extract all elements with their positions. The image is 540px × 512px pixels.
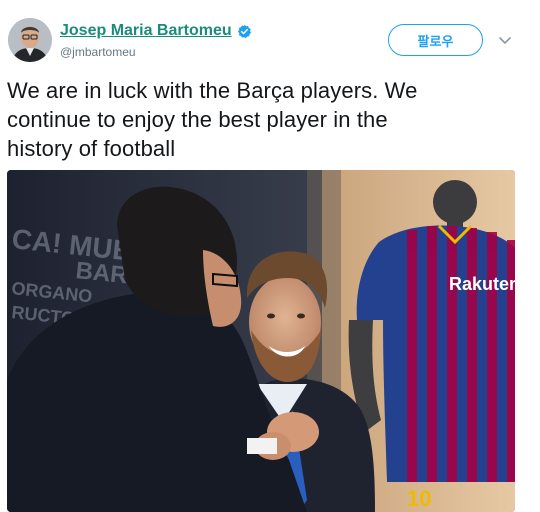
author-display-name[interactable]: Josep Maria Bartomeu [60, 22, 232, 40]
avatar[interactable] [8, 18, 52, 62]
author-name-row: Josep Maria Bartomeu [60, 22, 252, 40]
verified-badge-icon [237, 24, 252, 39]
shirt-number: 10 [407, 486, 431, 511]
tweet-text: We are in luck with the Barça players. W… [7, 78, 418, 161]
follow-button[interactable]: 팔로우 [388, 24, 483, 56]
author-handle[interactable]: @jmbartomeu [60, 45, 136, 59]
jersey-sponsor: Rakuten [449, 274, 515, 294]
tweet-photo[interactable]: CA! MUÉ BAR ORGANO RUCTO Rakuten 10 [7, 170, 515, 512]
chevron-down-icon[interactable] [497, 32, 513, 48]
